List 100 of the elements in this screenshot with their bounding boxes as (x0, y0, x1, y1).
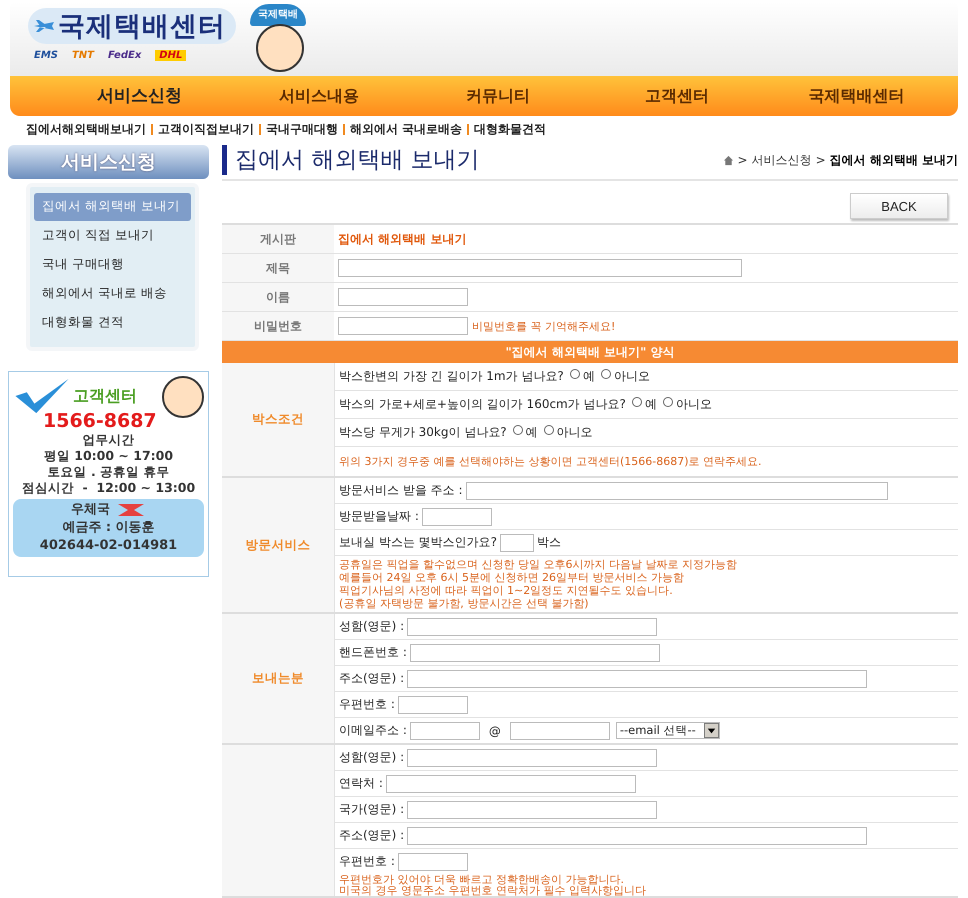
carrier-logo: DHL (155, 50, 186, 61)
subnav-link[interactable]: 해외에서 국내로배송 (350, 120, 462, 138)
note-text: 우편번호가 있어야 더욱 빠르고 정확한배송이 가능합니다. (339, 874, 624, 885)
input-field[interactable] (407, 748, 658, 766)
field-label: 우편번호 : (339, 853, 395, 870)
field-label: 이메일주소 : (339, 722, 407, 739)
field-label: 보내실 박스는 몇박스인가요? (339, 534, 497, 551)
row-label: 게시판 (222, 225, 334, 253)
sidebar-item[interactable]: 대형화물 견적 (34, 309, 191, 337)
back-button[interactable]: BACK (850, 193, 948, 219)
form-title-bar: "집에서 해외택배 보내기" 양식 (222, 341, 958, 363)
field-label: 주소(영문) : (339, 670, 404, 687)
breadcrumb-separator: > (738, 153, 748, 167)
radio-button[interactable] (632, 397, 642, 407)
breadcrumb-separator: > (816, 153, 826, 167)
input-field[interactable] (410, 644, 660, 662)
email-dropdown[interactable]: --email 선택-- (616, 722, 720, 739)
field-label: 핸드폰번호 : (339, 644, 407, 661)
input-field[interactable] (386, 774, 636, 792)
field-label: 연락처 : (339, 775, 383, 792)
home-icon (722, 154, 734, 166)
banner-title: 고객센터 (73, 386, 137, 406)
hours-line: 평일 10:00 ~ 17:00 (42, 448, 174, 464)
input-field[interactable] (510, 722, 610, 740)
nav-tab[interactable]: 서비스신청 (50, 76, 230, 116)
option-label: 예 (644, 396, 657, 413)
input-field[interactable] (398, 852, 468, 870)
question-text: 박스당 무게가 30kg이 넘나요? (339, 424, 507, 441)
hours-line: 점심시간 - 12:00 ~ 13:00 (20, 480, 196, 496)
note-text: 위의 3가지 경우중 예를 선택해야하는 상황이면 고객센터(1566-8687)로 연락주세요. (339, 455, 763, 468)
input-field[interactable] (410, 722, 480, 740)
section-label: 보내는분 (252, 670, 304, 687)
question-text: 박스한변의 가장 긴 길이가 1m가 넘나요? (339, 368, 564, 385)
row-label: 제목 (222, 254, 334, 282)
note-text: 예를들어 24일 오후 6시 5분에 신청하면 26일부터 방문서비스 가능함 (339, 571, 685, 584)
row-label: 비밀번호 (222, 312, 334, 340)
note-text: 픽업기사님의 사정에 따라 픽업이 1~2일정도 지연될수도 있습니다. (339, 584, 674, 597)
hours-title: 업무시간 (82, 432, 136, 448)
at-sign: @ (488, 724, 501, 738)
input-field[interactable] (407, 826, 868, 844)
subnav-link[interactable]: 집에서해외택배보내기 (26, 120, 146, 138)
customer-center-banner[interactable]: 고객센터 1566-8687 업무시간 평일 10:00 ~ 17:00 토요일 . 공휴일 휴무 점심시간 - 12:00 ~ 13:00 우체국 예금주 : 이동훈 402644-02-014981 (8, 371, 209, 577)
radio-button[interactable] (512, 425, 523, 435)
sidebar-item[interactable]: 고객이 직접 보내기 (34, 222, 191, 250)
subnav-link[interactable]: 국내구매대행 (266, 120, 338, 138)
page-title: 집에서 해외택배 보내기 (222, 145, 480, 175)
breadcrumb-link[interactable]: 집에서 해외택배 보내기 (830, 152, 958, 168)
input-field[interactable] (422, 508, 492, 526)
input-field[interactable] (338, 317, 468, 335)
mascot-face (256, 24, 304, 72)
field-label: 방문받을날짜 : (339, 508, 419, 525)
mascot-face (162, 376, 204, 418)
field-label: 주소(영문) : (339, 827, 404, 844)
account-holder: 예금주 : 이동훈 (61, 519, 156, 537)
nav-tab[interactable]: 서비스내용 (229, 76, 408, 116)
field-label: 우편번호 : (339, 696, 395, 713)
sidebar-title: 서비스신청 (8, 145, 209, 179)
input-field[interactable] (407, 670, 868, 688)
section-label: 박스조건 (252, 411, 304, 428)
nav-tab[interactable]: 고객센터 (588, 76, 767, 116)
question-text: 박스의 가로+세로+높이의 길이가 160cm가 넘나요? (339, 396, 626, 413)
unit-text: 박스 (537, 534, 561, 551)
radio-button[interactable] (544, 425, 554, 435)
option-label: 아니오 (614, 368, 650, 385)
note-text: 미국의 경우 영문주소 우편번호 연락처가 필수 입력사항입니다 (339, 885, 647, 896)
hours-line: 토요일 . 공휴일 휴무 (46, 464, 170, 480)
subnav-link[interactable]: 고객이직접보내기 (158, 120, 254, 138)
hint-text: 비밀번호를 꼭 기억해주세요! (472, 318, 616, 334)
note-text: 공휴일은 픽업을 할수없으며 신청한 당일 오후6시까지 다음날 날짜로 지정가능함 (339, 558, 738, 571)
carrier-logo: FedEx (108, 50, 142, 61)
input-field[interactable] (466, 482, 888, 500)
field-label: 성함(영문) : (339, 749, 404, 766)
breadcrumb-link[interactable]: 서비스신청 (752, 152, 812, 168)
input-field[interactable] (500, 534, 534, 552)
input-field[interactable] (407, 618, 658, 636)
carrier-logo: TNT (72, 50, 94, 61)
option-label: 아니오 (556, 424, 593, 441)
sidebar-item[interactable]: 해외에서 국내로 배송 (34, 280, 191, 308)
field-label: 국가(영문) : (339, 801, 404, 818)
subnav-link[interactable]: 대형화물견적 (474, 120, 546, 138)
cap-text: 국제택배 (250, 4, 306, 26)
field-label: 성함(영문) : (339, 618, 404, 635)
option-label: 예 (526, 424, 538, 441)
radio-button[interactable] (600, 369, 611, 379)
input-field[interactable] (338, 259, 742, 277)
nav-tab[interactable]: 커뮤니티 (408, 76, 588, 116)
radio-button[interactable] (662, 397, 673, 407)
board-name: 집에서 해외택배 보내기 (338, 230, 466, 248)
option-label: 예 (582, 368, 595, 385)
nav-tab[interactable]: 국제택배센터 (766, 76, 946, 116)
phone-number: 1566-8687 (42, 410, 158, 432)
sidebar-item[interactable]: 국내 구매대행 (34, 251, 191, 279)
input-field[interactable] (398, 696, 468, 714)
bank-name: 우체국 (71, 501, 110, 519)
input-field[interactable] (407, 800, 658, 818)
input-field[interactable] (338, 288, 468, 306)
post-office-icon (116, 502, 146, 518)
account-number: 402644-02-014981 (38, 537, 178, 555)
section-label: 방문서비스 (246, 536, 310, 554)
radio-button[interactable] (570, 369, 580, 379)
